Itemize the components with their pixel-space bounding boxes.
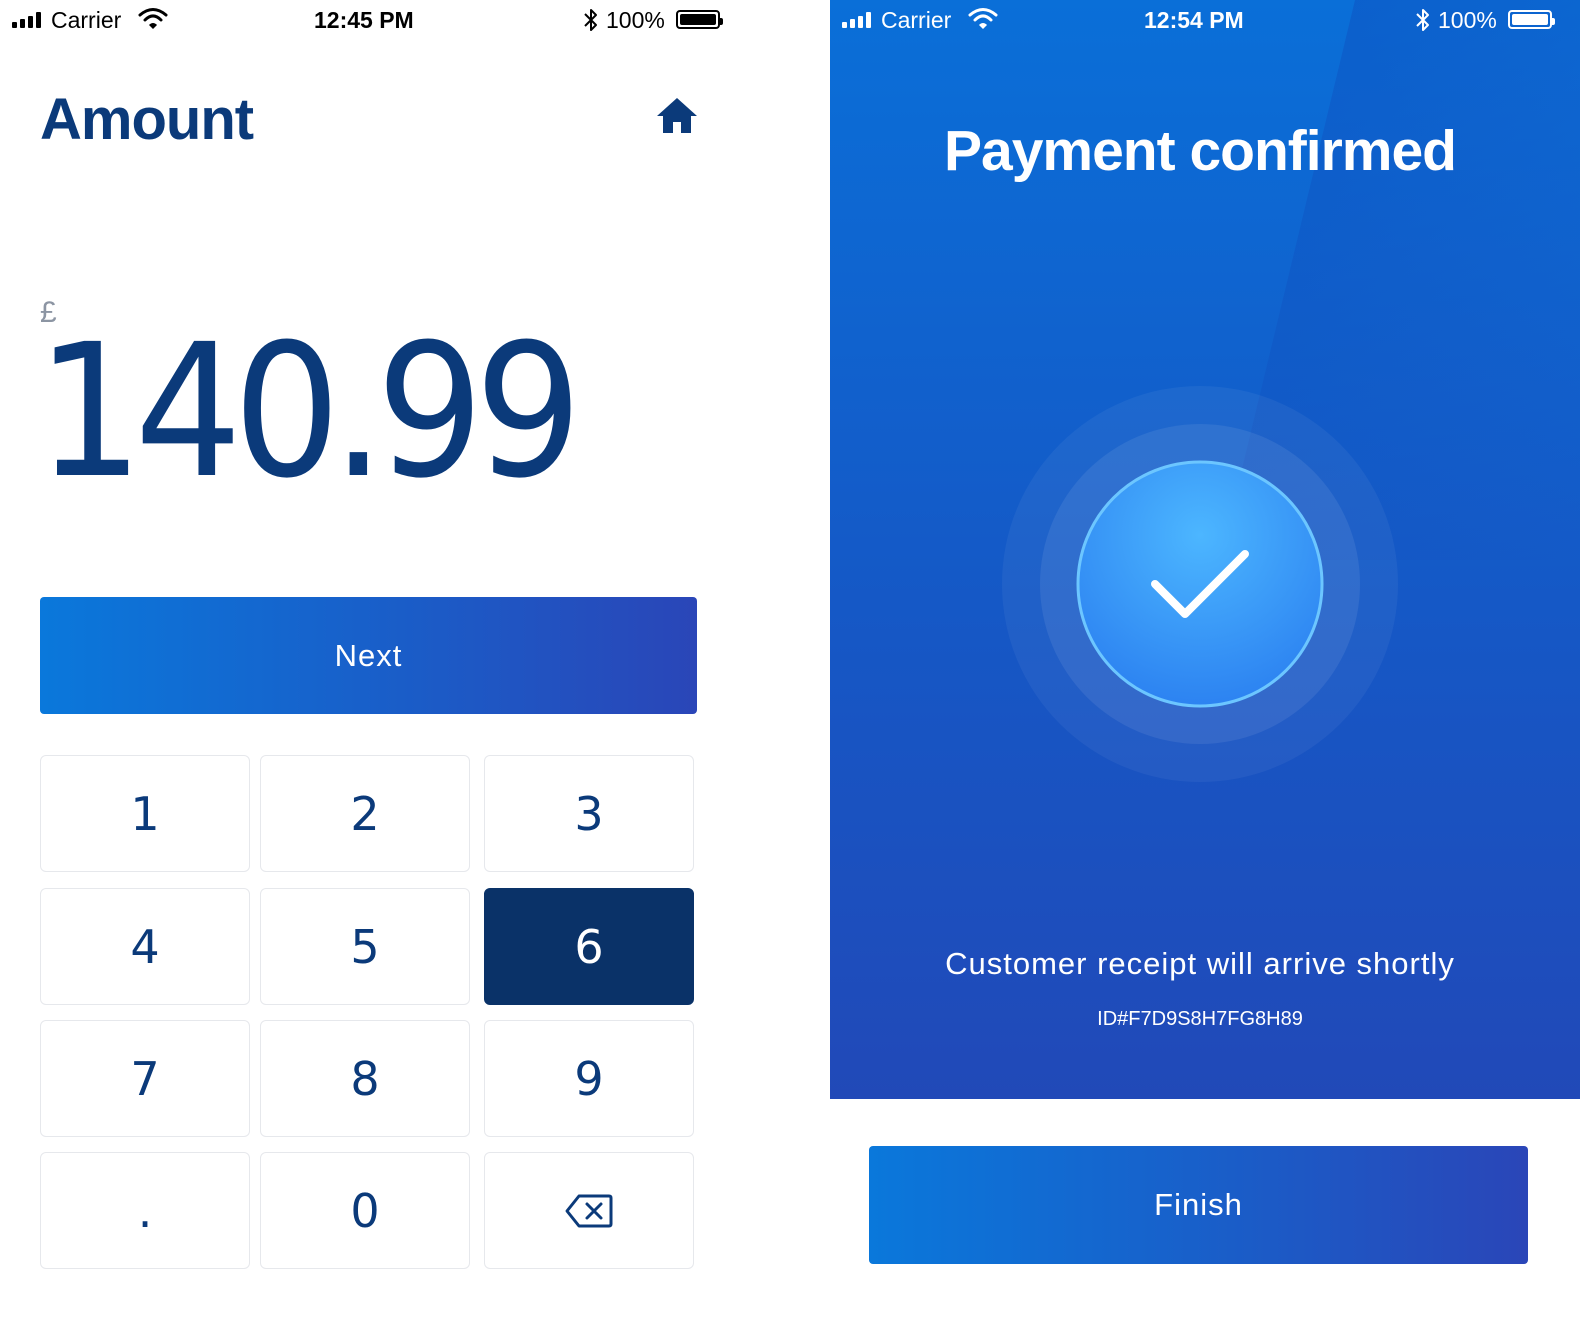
- status-bar: Carrier 12:54 PM 100%: [830, 0, 1580, 42]
- page-title: Amount: [40, 87, 254, 152]
- numeric-keypad: 1 2 3 4 5 6 7 8 9 . 0: [40, 755, 695, 1270]
- key-decimal[interactable]: .: [40, 1152, 250, 1269]
- amount-screen: Carrier 12:45 PM 100% Amount £ 140.99 Ne…: [0, 0, 740, 1324]
- battery-percent: 100%: [606, 7, 665, 33]
- signal-bars-icon: [842, 12, 871, 28]
- key-1[interactable]: 1: [40, 755, 250, 872]
- bluetooth-icon: [1416, 9, 1429, 31]
- payment-confirmed-screen: Carrier 12:54 PM 100% Payment confirmed: [830, 0, 1580, 1324]
- key-8[interactable]: 8: [260, 1020, 470, 1137]
- battery-icon: [676, 10, 723, 29]
- key-4[interactable]: 4: [40, 888, 250, 1005]
- success-badge: [1002, 386, 1398, 782]
- confirmation-panel: Carrier 12:54 PM 100% Payment confirmed: [830, 0, 1580, 1099]
- status-bar: Carrier 12:45 PM 100%: [0, 0, 740, 42]
- key-0[interactable]: 0: [260, 1152, 470, 1269]
- key-2[interactable]: 2: [260, 755, 470, 872]
- carrier-label: Carrier: [881, 7, 952, 33]
- carrier-label: Carrier: [51, 7, 122, 33]
- key-7[interactable]: 7: [40, 1020, 250, 1137]
- backspace-icon: [565, 1194, 613, 1227]
- battery-icon: [1508, 10, 1555, 29]
- backspace-key[interactable]: [484, 1152, 694, 1269]
- wifi-icon: [968, 8, 998, 29]
- key-5[interactable]: 5: [260, 888, 470, 1005]
- amount-display: 140.99: [36, 305, 582, 519]
- key-6[interactable]: 6: [484, 888, 694, 1005]
- page-title: Payment confirmed: [944, 119, 1457, 183]
- next-button[interactable]: Next: [40, 597, 697, 714]
- key-9[interactable]: 9: [484, 1020, 694, 1137]
- key-3[interactable]: 3: [484, 755, 694, 872]
- battery-percent: 100%: [1438, 7, 1497, 33]
- bluetooth-icon: [584, 9, 597, 31]
- status-time: 12:54 PM: [1144, 7, 1244, 33]
- status-time: 12:45 PM: [314, 7, 414, 33]
- finish-button[interactable]: Finish: [869, 1146, 1528, 1264]
- signal-bars-icon: [12, 12, 41, 28]
- wifi-icon: [138, 8, 168, 29]
- receipt-message: Customer receipt will arrive shortly: [945, 946, 1455, 981]
- home-icon[interactable]: [654, 96, 700, 136]
- transaction-id: ID#F7D9S8H7FG8H89: [1097, 1008, 1303, 1030]
